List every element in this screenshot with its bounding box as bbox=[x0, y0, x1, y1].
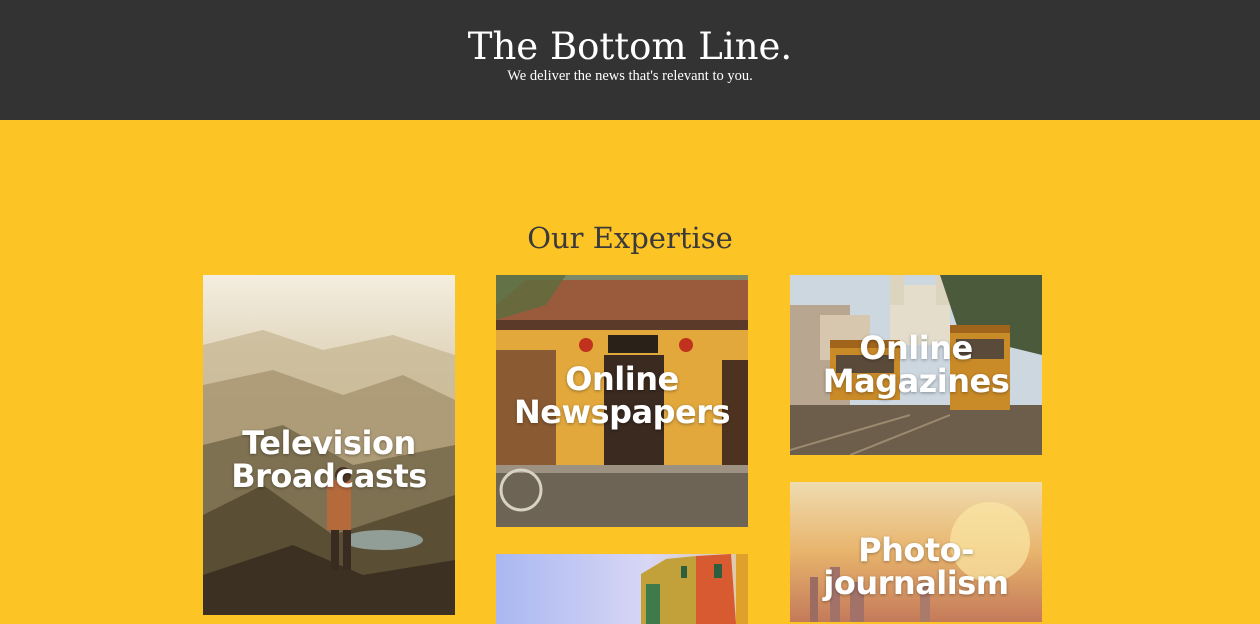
expertise-tile-magazines[interactable]: Online Magazines bbox=[790, 275, 1042, 455]
expertise-tile-newspapers[interactable]: Online Newspapers bbox=[496, 275, 748, 527]
expertise-tile-street[interactable] bbox=[496, 554, 748, 624]
tile-label-photojournalism: Photo- journalism bbox=[823, 531, 1009, 602]
colorful-street-image bbox=[496, 554, 748, 624]
site-tagline: We deliver the news that's relevant to y… bbox=[507, 68, 753, 84]
tile-label-magazines: Online Magazines bbox=[822, 329, 1010, 400]
site-header: The Bottom Line. We deliver the news tha… bbox=[0, 0, 1260, 120]
site-title[interactable]: The Bottom Line. bbox=[468, 24, 792, 70]
section-heading: Our Expertise bbox=[527, 221, 733, 256]
expertise-tile-photojournalism[interactable]: Photo- journalism bbox=[790, 482, 1042, 622]
expertise-tile-television[interactable]: Television Broadcasts bbox=[203, 275, 455, 615]
tile-label-television: Television Broadcasts bbox=[231, 424, 427, 495]
tile-label-newspapers: Online Newspapers bbox=[513, 360, 731, 431]
